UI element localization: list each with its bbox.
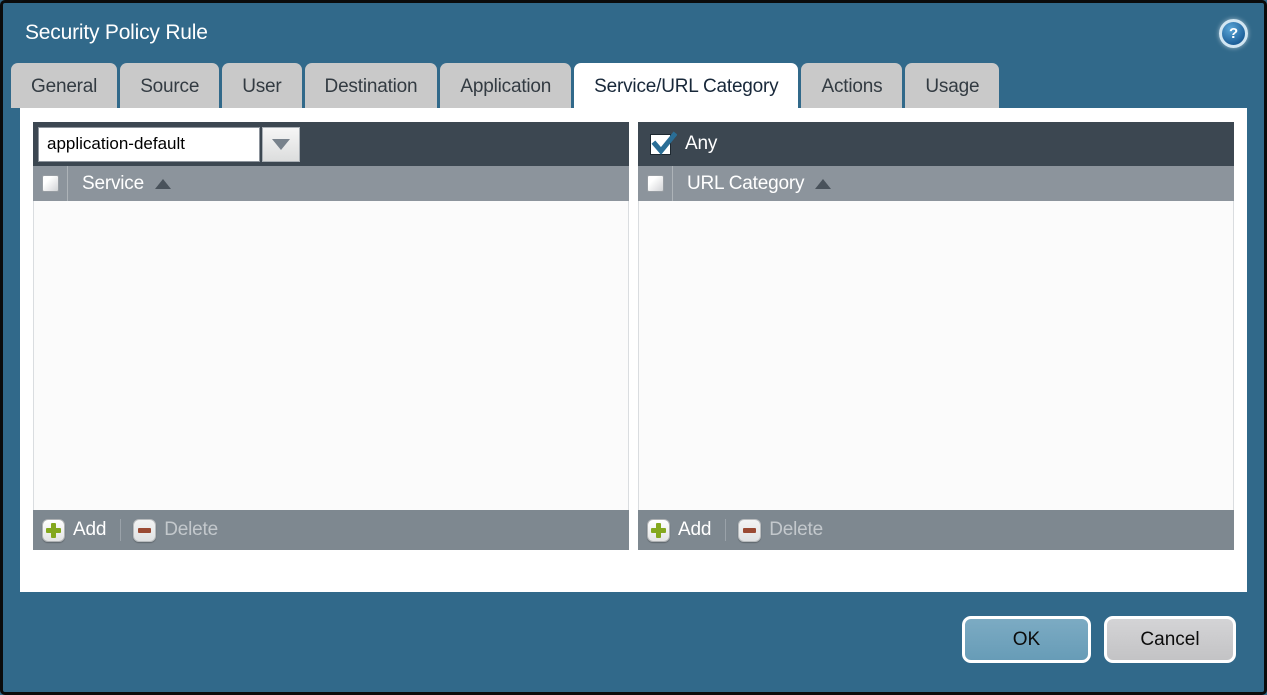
- service-url-category-tab-content: Service Add Delete An: [20, 108, 1247, 592]
- tab-service-url-category[interactable]: Service/URL Category: [574, 63, 798, 108]
- help-icon[interactable]: ?: [1219, 19, 1248, 48]
- service-list-body[interactable]: [33, 201, 629, 510]
- any-label: Any: [685, 133, 717, 155]
- check-icon: [651, 131, 677, 157]
- tab-bar: General Source User Destination Applicat…: [3, 63, 1264, 108]
- sort-ascending-icon[interactable]: [815, 179, 831, 189]
- plus-icon: [647, 519, 670, 542]
- dialog-title: Security Policy Rule: [25, 21, 208, 45]
- service-type-input[interactable]: [38, 127, 260, 162]
- url-category-footer-toolbar: Add Delete: [638, 510, 1234, 550]
- service-checkbox-cell: [33, 166, 68, 201]
- toolbar-separator: [725, 519, 726, 541]
- add-url-category-button[interactable]: Add: [647, 519, 711, 542]
- chevron-down-icon: [272, 139, 290, 150]
- add-url-category-label: Add: [678, 519, 711, 541]
- delete-service-button[interactable]: Delete: [133, 519, 218, 542]
- url-category-column-header: URL Category: [687, 173, 804, 195]
- question-mark-glyph: ?: [1229, 25, 1238, 42]
- dropdown-arrow-button[interactable]: [262, 127, 300, 162]
- toolbar-separator: [120, 519, 121, 541]
- service-column-header-row: Service: [33, 166, 629, 201]
- minus-icon: [738, 519, 761, 542]
- select-all-services-checkbox[interactable]: [42, 175, 59, 192]
- tab-usage[interactable]: Usage: [905, 63, 999, 108]
- url-category-list-body[interactable]: [638, 201, 1234, 510]
- dialog-button-bar: OK Cancel: [3, 592, 1264, 687]
- tab-application[interactable]: Application: [440, 63, 571, 108]
- minus-icon: [133, 519, 156, 542]
- security-policy-rule-dialog: { "window": { "title": "Security Policy …: [0, 0, 1267, 695]
- select-all-url-categories-checkbox[interactable]: [647, 175, 664, 192]
- url-category-panel-header: Any: [638, 122, 1234, 166]
- title-bar: Security Policy Rule ?: [3, 3, 1264, 63]
- tab-actions[interactable]: Actions: [801, 63, 902, 108]
- url-category-panel: Any URL Category Add Delete: [638, 122, 1234, 550]
- add-service-button[interactable]: Add: [42, 519, 106, 542]
- sort-ascending-icon[interactable]: [155, 179, 171, 189]
- service-column-header: Service: [82, 173, 144, 195]
- service-panel: Service Add Delete: [33, 122, 629, 550]
- tab-destination[interactable]: Destination: [305, 63, 438, 108]
- cancel-button[interactable]: Cancel: [1104, 616, 1236, 663]
- delete-service-label: Delete: [164, 519, 218, 541]
- service-type-dropdown[interactable]: [38, 127, 300, 162]
- add-service-label: Add: [73, 519, 106, 541]
- url-category-column-header-row: URL Category: [638, 166, 1234, 201]
- service-footer-toolbar: Add Delete: [33, 510, 629, 550]
- url-category-checkbox-cell: [638, 166, 673, 201]
- tab-source[interactable]: Source: [120, 63, 219, 108]
- plus-icon: [42, 519, 65, 542]
- any-checkbox[interactable]: [650, 134, 671, 155]
- tab-general[interactable]: General: [11, 63, 117, 108]
- delete-url-category-button[interactable]: Delete: [738, 519, 823, 542]
- any-row: Any: [643, 133, 717, 155]
- tab-user[interactable]: User: [222, 63, 301, 108]
- service-panel-header: [33, 122, 629, 166]
- ok-button[interactable]: OK: [962, 616, 1091, 663]
- delete-url-category-label: Delete: [769, 519, 823, 541]
